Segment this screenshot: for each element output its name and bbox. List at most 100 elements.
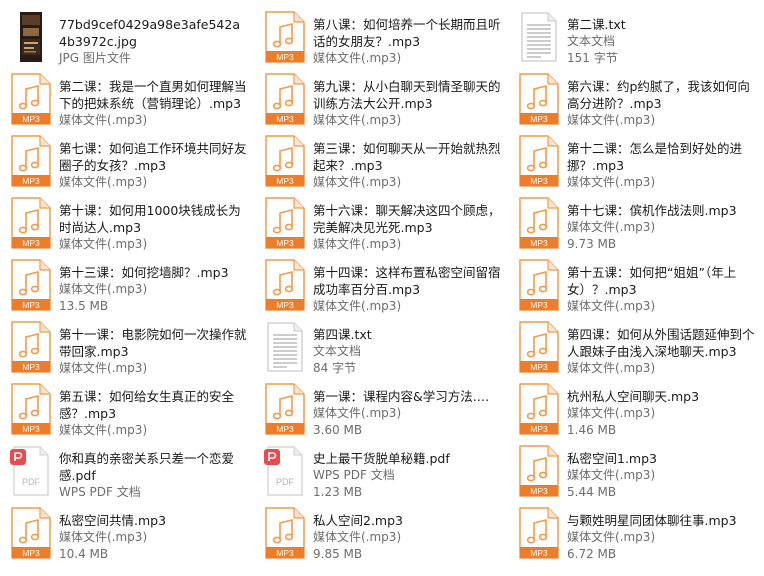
file-item[interactable]: MP3 与颗姓明星同团体聊往事.mp3 媒体文件(.mp3) 6.72 MB bbox=[508, 504, 758, 562]
file-item[interactable]: MP3 第八课：如何培养一个长期而且听话的女朋友？.mp3 媒体文件(.mp3) bbox=[254, 8, 504, 66]
file-type: 媒体文件(.mp3) bbox=[313, 530, 402, 544]
mp3-file-icon: MP3 bbox=[264, 135, 306, 187]
file-name: 第十二课：怎么是恰到好处的进挪？.mp3 bbox=[567, 141, 743, 173]
file-type: 媒体文件(.mp3) bbox=[567, 468, 656, 482]
image-thumbnail-icon bbox=[10, 11, 52, 63]
file-size: 151 字节 bbox=[567, 51, 618, 65]
file-item[interactable]: MP3 私密空间1.mp3 媒体文件(.mp3) 5.44 MB bbox=[508, 442, 758, 500]
file-item[interactable]: MP3 私人空间2.mp3 媒体文件(.mp3) 9.85 MB bbox=[254, 504, 504, 562]
file-name: 第十六课：聊天解决这四个顾虑，完美解决见光死.mp3 bbox=[313, 203, 501, 235]
file-item[interactable]: MP3 第二课：我是一个直男如何理解当下的把妹系统（营销理论）.mp3 媒体文件(… bbox=[0, 70, 250, 128]
mp3-file-icon: MP3 bbox=[518, 73, 560, 125]
svg-text:MP3: MP3 bbox=[22, 362, 40, 372]
svg-text:MP3: MP3 bbox=[22, 548, 40, 558]
file-type: WPS PDF 文档 bbox=[313, 468, 395, 482]
file-item[interactable]: MP3 第十课：如何用1000块钱成长为时尚达人.mp3 媒体文件(.mp3) bbox=[0, 194, 250, 252]
file-type: 媒体文件(.mp3) bbox=[567, 530, 656, 544]
file-name: 第三课：如何聊天从一开始就热烈起来？.mp3 bbox=[313, 141, 501, 173]
file-item[interactable]: MP3 第七课：如何追工作环境共同好友圈子的女孩？.mp3 媒体文件(.mp3) bbox=[0, 132, 250, 190]
file-type: 媒体文件(.mp3) bbox=[567, 220, 656, 234]
file-type: 媒体文件(.mp3) bbox=[59, 282, 148, 296]
file-size: 13.5 MB bbox=[59, 299, 109, 313]
file-item[interactable]: MP3 杭州私人空间聊天.mp3 媒体文件(.mp3) 1.46 MB bbox=[508, 380, 758, 438]
pdf-file-icon: PDF bbox=[264, 445, 306, 497]
file-type: JPG 图片文件 bbox=[59, 51, 131, 65]
file-item[interactable]: 第四课.txt 文本文档 84 字节 bbox=[254, 318, 504, 376]
svg-text:MP3: MP3 bbox=[22, 300, 40, 310]
file-item[interactable]: MP3 第六课：约p约腻了，我该如何向高分进阶？.mp3 媒体文件(.mp3) bbox=[508, 70, 758, 128]
txt-file-icon bbox=[264, 321, 306, 373]
file-item[interactable]: MP3 第十六课：聊天解决这四个顾虑，完美解决见光死.mp3 媒体文件(.mp3) bbox=[254, 194, 504, 252]
mp3-file-icon: MP3 bbox=[518, 383, 560, 435]
file-size: 1.23 MB bbox=[313, 485, 363, 499]
file-type: 媒体文件(.mp3) bbox=[567, 175, 656, 189]
file-type: WPS PDF 文档 bbox=[59, 485, 141, 499]
file-name: 第九课：从小白聊天到情圣聊天的训练方法大公开.mp3 bbox=[313, 79, 501, 111]
mp3-file-icon: MP3 bbox=[518, 445, 560, 497]
file-item[interactable]: PDF 史上最干货脱单秘籍.pdf WPS PDF 文档 1.23 MB bbox=[254, 442, 504, 500]
mp3-file-icon: MP3 bbox=[10, 321, 52, 373]
file-item[interactable]: MP3 第十四课：这样布置私密空间留宿成功率百分百.mp3 媒体文件(.mp3) bbox=[254, 256, 504, 314]
file-name: 第一课：课程内容&学习方法.mp3 bbox=[313, 389, 501, 404]
file-item[interactable]: MP3 私密空间共情.mp3 媒体文件(.mp3) 10.4 MB bbox=[0, 504, 250, 562]
svg-text:MP3: MP3 bbox=[276, 548, 294, 558]
file-item[interactable]: MP3 第九课：从小白聊天到情圣聊天的训练方法大公开.mp3 媒体文件(.mp3) bbox=[254, 70, 504, 128]
svg-text:MP3: MP3 bbox=[530, 486, 548, 496]
mp3-file-icon: MP3 bbox=[264, 507, 306, 559]
svg-text:MP3: MP3 bbox=[22, 238, 40, 248]
svg-text:MP3: MP3 bbox=[276, 424, 294, 434]
svg-text:MP3: MP3 bbox=[530, 238, 548, 248]
file-item[interactable]: MP3 第十一课：电影院如何一次操作就带回家.mp3 媒体文件(.mp3) bbox=[0, 318, 250, 376]
mp3-file-icon: MP3 bbox=[264, 73, 306, 125]
file-type: 媒体文件(.mp3) bbox=[59, 175, 148, 189]
file-item[interactable]: PDF 你和真的亲密关系只差一个恋爱感.pdf WPS PDF 文档 bbox=[0, 442, 250, 500]
svg-text:PDF: PDF bbox=[276, 477, 295, 487]
file-name: 史上最干货脱单秘籍.pdf bbox=[313, 451, 450, 466]
file-type: 媒体文件(.mp3) bbox=[567, 113, 656, 127]
file-type: 媒体文件(.mp3) bbox=[59, 530, 148, 544]
file-item[interactable]: MP3 第十七课：傧机作战法则.mp3 媒体文件(.mp3) 9.73 MB bbox=[508, 194, 758, 252]
file-type: 文本文档 bbox=[567, 34, 616, 48]
file-type: 媒体文件(.mp3) bbox=[313, 113, 402, 127]
file-item[interactable]: MP3 第十二课：怎么是恰到好处的进挪？.mp3 媒体文件(.mp3) bbox=[508, 132, 758, 190]
file-name: 第十四课：这样布置私密空间留宿成功率百分百.mp3 bbox=[313, 265, 501, 297]
file-item[interactable]: MP3 第一课：课程内容&学习方法.mp3 媒体文件(.mp3) 3.60 MB bbox=[254, 380, 504, 438]
mp3-file-icon: MP3 bbox=[264, 383, 306, 435]
svg-text:MP3: MP3 bbox=[276, 176, 294, 186]
svg-text:MP3: MP3 bbox=[530, 300, 548, 310]
file-name: 第八课：如何培养一个长期而且听话的女朋友？.mp3 bbox=[313, 17, 501, 49]
file-size: 9.85 MB bbox=[313, 547, 363, 561]
file-name: 第十五课：如何把“姐姐”（年上女）？.mp3 bbox=[567, 265, 737, 297]
file-type: 媒体文件(.mp3) bbox=[313, 237, 402, 251]
mp3-file-icon: MP3 bbox=[10, 135, 52, 187]
file-name: 第四课.txt bbox=[313, 327, 372, 342]
svg-text:MP3: MP3 bbox=[530, 548, 548, 558]
file-item[interactable]: 77bd9cef0429a98e3afe542a4b3972c.jpg JPG 图… bbox=[0, 8, 250, 66]
file-size: 10.4 MB bbox=[59, 547, 109, 561]
file-type: 媒体文件(.mp3) bbox=[59, 361, 148, 375]
file-item[interactable]: MP3 第十三课：如何挖墙脚？.mp3 媒体文件(.mp3) 13.5 MB bbox=[0, 256, 250, 314]
file-type: 媒体文件(.mp3) bbox=[59, 237, 148, 251]
mp3-file-icon: MP3 bbox=[518, 321, 560, 373]
mp3-file-icon: MP3 bbox=[10, 197, 52, 249]
file-item[interactable]: 第二课.txt 文本文档 151 字节 bbox=[508, 8, 758, 66]
file-item[interactable]: MP3 第十五课：如何把“姐姐”（年上女）？.mp3 媒体文件(.mp3) bbox=[508, 256, 758, 314]
txt-file-icon bbox=[518, 11, 560, 63]
file-type: 媒体文件(.mp3) bbox=[567, 299, 656, 313]
svg-text:MP3: MP3 bbox=[276, 114, 294, 124]
file-name: 杭州私人空间聊天.mp3 bbox=[567, 389, 700, 404]
svg-text:MP3: MP3 bbox=[22, 424, 40, 434]
file-type: 文本文档 bbox=[313, 344, 362, 358]
file-type: 媒体文件(.mp3) bbox=[567, 406, 656, 420]
file-name: 第六课：约p约腻了，我该如何向高分进阶？.mp3 bbox=[567, 79, 750, 111]
file-size: 6.72 MB bbox=[567, 547, 617, 561]
svg-text:MP3: MP3 bbox=[530, 114, 548, 124]
file-name: 你和真的亲密关系只差一个恋爱感.pdf bbox=[59, 451, 235, 483]
file-item[interactable]: MP3 第三课：如何聊天从一开始就热烈起来？.mp3 媒体文件(.mp3) bbox=[254, 132, 504, 190]
svg-text:MP3: MP3 bbox=[530, 176, 548, 186]
file-item[interactable]: MP3 第四课：如何从外围话题延伸到个人跟妹子由浅入深地聊天.mp3 媒体文件(.… bbox=[508, 318, 758, 376]
mp3-file-icon: MP3 bbox=[10, 383, 52, 435]
file-item[interactable]: MP3 第五课：如何给女生真正的安全感？.mp3 媒体文件(.mp3) bbox=[0, 380, 250, 438]
file-type: 媒体文件(.mp3) bbox=[313, 51, 402, 65]
svg-text:MP3: MP3 bbox=[276, 238, 294, 248]
